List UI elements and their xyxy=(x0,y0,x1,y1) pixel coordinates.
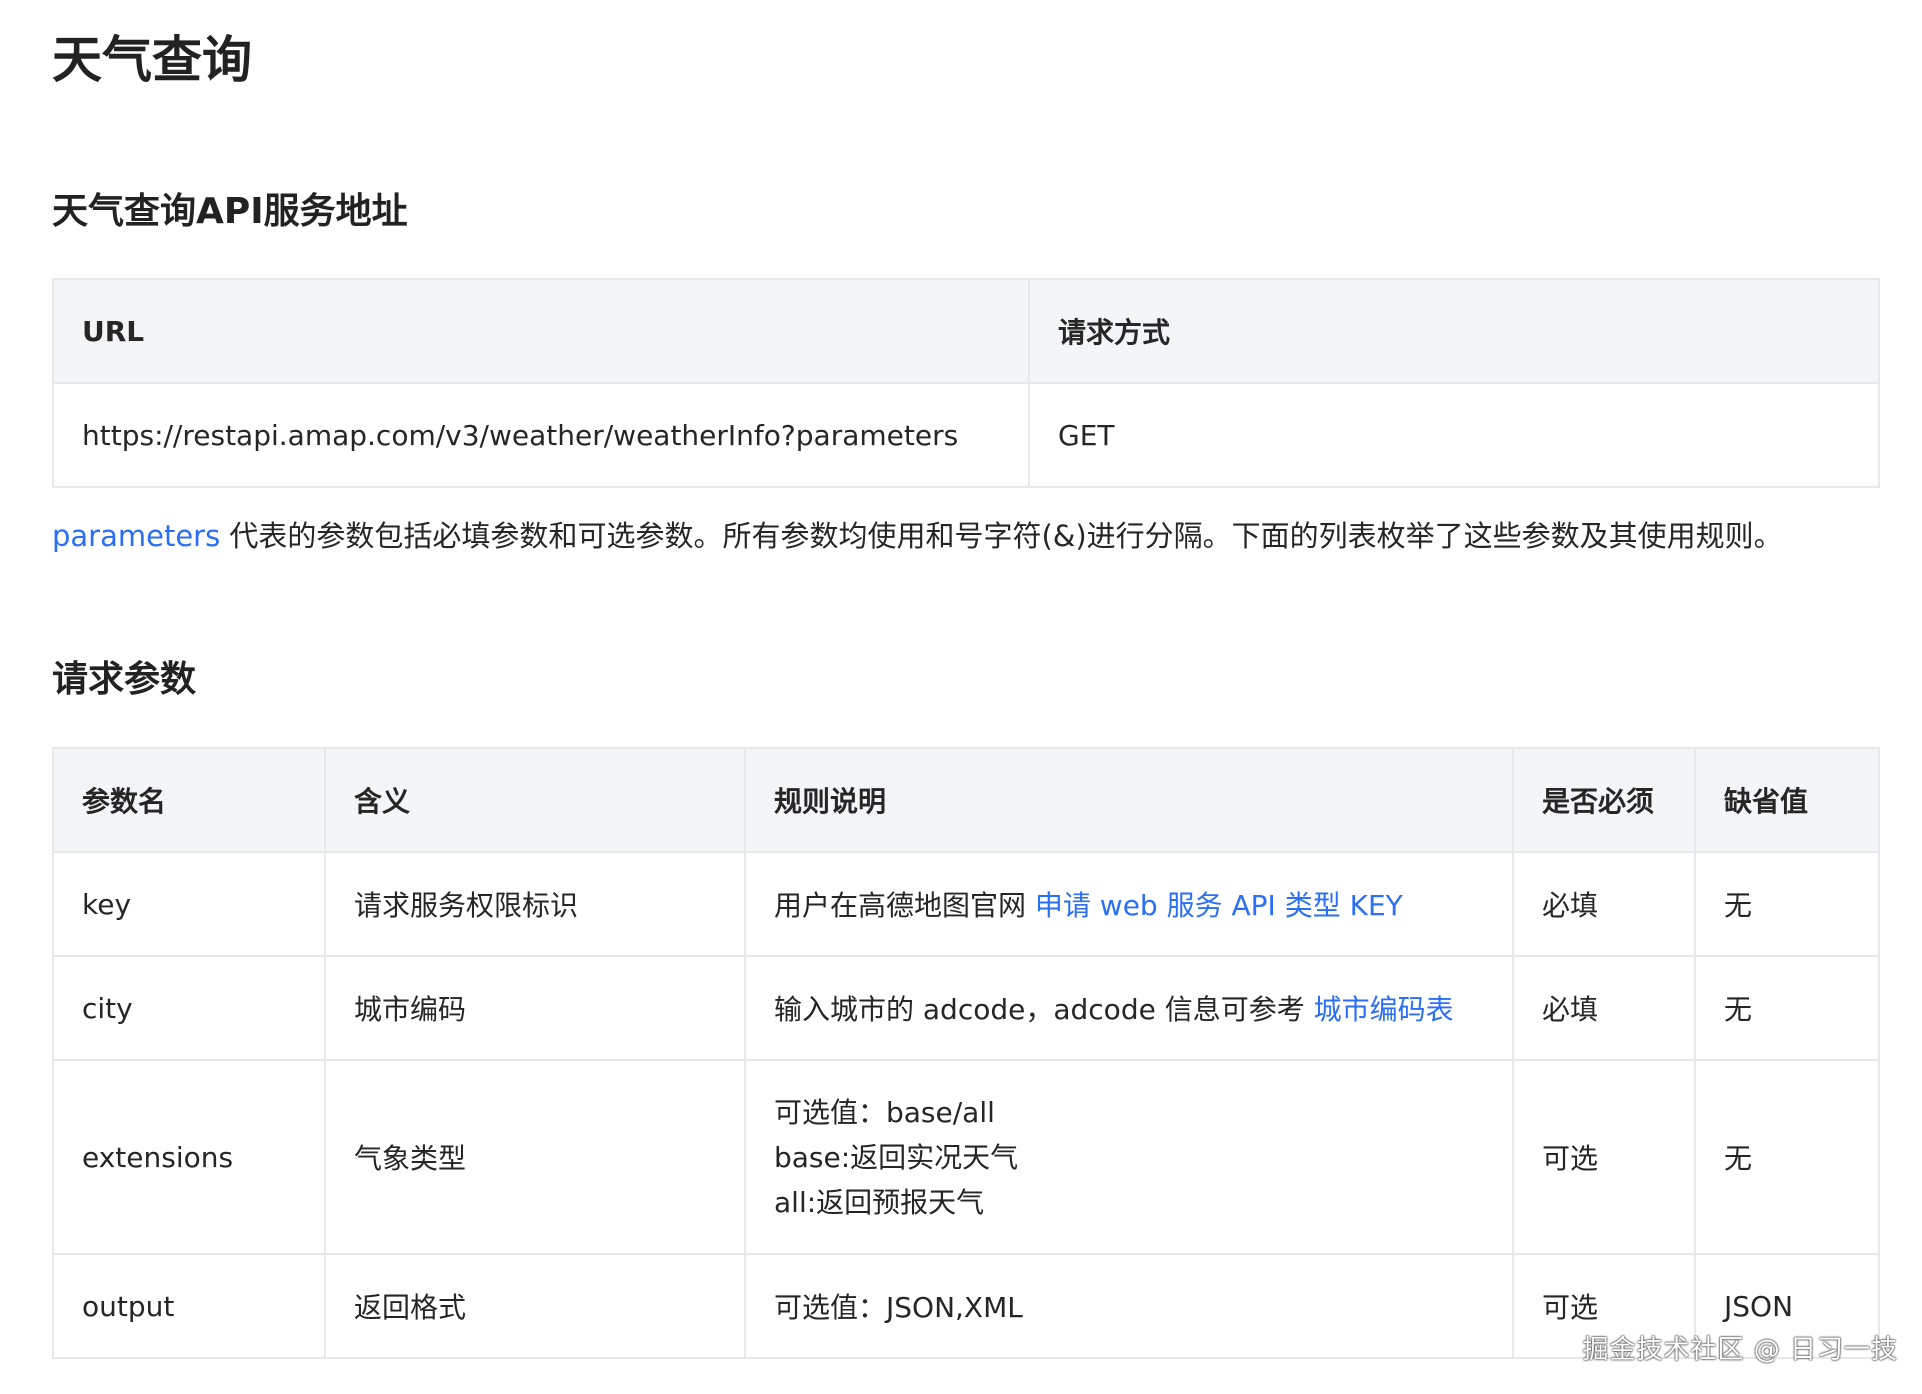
apply-key-link[interactable]: 申请 web 服务 API 类型 KEY xyxy=(1035,889,1403,922)
header-param-name: 参数名 xyxy=(52,747,326,853)
param-required: 必填 xyxy=(1512,851,1696,957)
param-rule: 用户在高德地图官网 申请 web 服务 API 类型 KEY xyxy=(744,851,1514,957)
param-default: 无 xyxy=(1694,1059,1880,1255)
request-params-heading: 请求参数 xyxy=(52,659,197,700)
header-required: 是否必须 xyxy=(1512,747,1696,853)
param-meaning: 返回格式 xyxy=(324,1253,746,1359)
header-default: 缺省值 xyxy=(1694,747,1880,853)
param-rule-text: 输入城市的 adcode，adcode 信息可参考 xyxy=(774,993,1314,1026)
service-url: https://restapi.amap.com/v3/weather/weat… xyxy=(52,382,1030,488)
param-name: extensions xyxy=(52,1059,326,1255)
header-rule: 规则说明 xyxy=(744,747,1514,853)
table-row: extensions 气象类型 可选值：base/all base:返回实况天气… xyxy=(52,1059,1880,1255)
param-required: 必填 xyxy=(1512,955,1696,1061)
service-table-header-row: URL 请求方式 xyxy=(52,278,1880,384)
param-name: output xyxy=(52,1253,326,1359)
watermark: 掘金技术社区 @ 日习一技 xyxy=(1582,1335,1898,1365)
page-title: 天气查询 xyxy=(52,31,252,89)
city-code-table-link[interactable]: 城市编码表 xyxy=(1314,993,1454,1026)
param-rule-line: base:返回实况天气 xyxy=(774,1140,1019,1174)
parameters-link[interactable]: parameters xyxy=(52,519,220,553)
document-page: 天气查询 天气查询API服务地址 URL 请求方式 https://restap… xyxy=(0,0,1922,1394)
param-rule: 可选值：base/all base:返回实况天气 all:返回预报天气 xyxy=(744,1059,1514,1255)
param-meaning: 气象类型 xyxy=(324,1059,746,1255)
param-meaning: 请求服务权限标识 xyxy=(324,851,746,957)
parameters-description: parameters 代表的参数包括必填参数和可选参数。所有参数均使用和号字符(… xyxy=(52,512,1783,560)
param-default: 无 xyxy=(1694,955,1880,1061)
param-rule-line: 可选值：base/all xyxy=(774,1095,995,1129)
param-default: 无 xyxy=(1694,851,1880,957)
header-url: URL xyxy=(52,278,1030,384)
service-method: GET xyxy=(1028,382,1880,488)
param-name: city xyxy=(52,955,326,1061)
param-meaning: 城市编码 xyxy=(324,955,746,1061)
table-row: city 城市编码 输入城市的 adcode，adcode 信息可参考 城市编码… xyxy=(52,955,1880,1061)
param-name: key xyxy=(52,851,326,957)
parameters-description-text: 代表的参数包括必填参数和可选参数。所有参数均使用和号字符(&)进行分隔。下面的列… xyxy=(220,519,1783,553)
request-params-table: 参数名 含义 规则说明 是否必须 缺省值 key 请求服务权限标识 用户在高德地… xyxy=(52,747,1880,1359)
service-address-table: URL 请求方式 https://restapi.amap.com/v3/wea… xyxy=(52,278,1880,488)
param-rule-text: 用户在高德地图官网 xyxy=(774,889,1035,922)
service-table-row: https://restapi.amap.com/v3/weather/weat… xyxy=(52,382,1880,488)
params-table-header-row: 参数名 含义 规则说明 是否必须 缺省值 xyxy=(52,747,1880,853)
header-meaning: 含义 xyxy=(324,747,746,853)
table-row: key 请求服务权限标识 用户在高德地图官网 申请 web 服务 API 类型 … xyxy=(52,851,1880,957)
header-request-method: 请求方式 xyxy=(1028,278,1880,384)
param-rule: 可选值：JSON,XML xyxy=(744,1253,1514,1359)
param-rule: 输入城市的 adcode，adcode 信息可参考 城市编码表 xyxy=(744,955,1514,1061)
service-address-heading: 天气查询API服务地址 xyxy=(52,191,408,232)
param-required: 可选 xyxy=(1512,1059,1696,1255)
param-rule-line: all:返回预报天气 xyxy=(774,1185,985,1219)
